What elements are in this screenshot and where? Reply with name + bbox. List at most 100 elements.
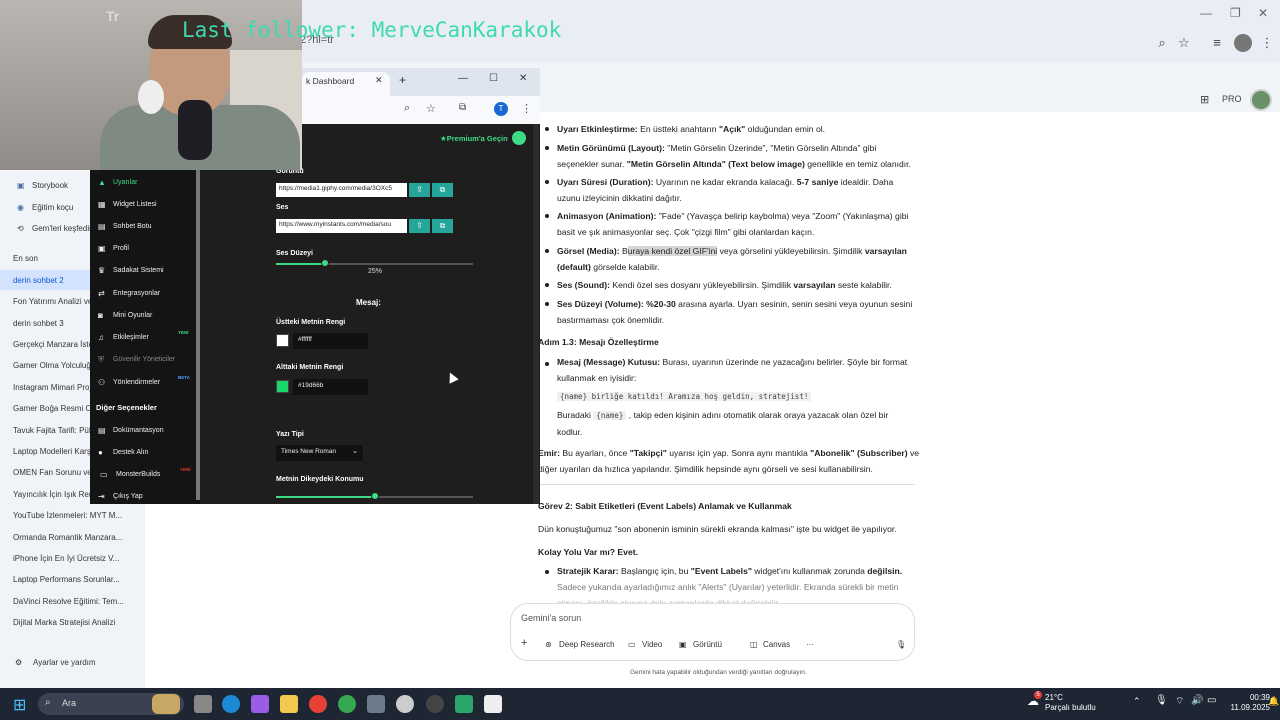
edge-icon[interactable] (222, 695, 240, 713)
prompt-box[interactable] (510, 603, 915, 661)
chat-item[interactable]: DaVinci Resolve Eğitimi: Tem... (13, 597, 124, 606)
mic-icon[interactable]: 🎙 (896, 640, 906, 649)
profile-icon[interactable]: T (494, 102, 508, 116)
sidebar-item-support[interactable]: Destek Alın (113, 449, 148, 456)
record-icon[interactable] (426, 695, 444, 713)
settings-app-icon[interactable] (367, 695, 385, 713)
user-avatar[interactable] (512, 131, 526, 145)
sidebar-item-monsterbuilds[interactable]: MonsterBuilds (116, 471, 160, 478)
gift-icon[interactable]: ⊞ (1200, 93, 1209, 106)
tool-deep-research[interactable]: Deep Research (559, 640, 615, 649)
chat-item[interactable]: Laptop Performans Sorunlar... (13, 575, 120, 584)
add-icon[interactable]: + (521, 637, 527, 649)
browser-profile-avatar[interactable] (1234, 34, 1252, 52)
sidebar-item-loyalty[interactable]: Sadakat Sistemi (113, 267, 164, 274)
task-view-icon[interactable] (194, 695, 212, 713)
zoom-icon[interactable]: ⌕ (1153, 34, 1171, 52)
volume-icon[interactable]: 🔊 (1191, 695, 1203, 706)
playlist-icon[interactable]: ≡ (1208, 34, 1226, 52)
list-item: Görsel (Media): Buraya kendi özel GIF'in… (557, 246, 907, 272)
notification-icon[interactable]: 🔔 (1268, 696, 1279, 707)
tool-video[interactable]: Video (642, 640, 662, 649)
chat-item[interactable]: Gamer Olma Yolculuğu... (13, 361, 102, 370)
tool-image[interactable]: Görüntü (693, 640, 722, 649)
zoom-icon[interactable]: ⌕ (404, 102, 410, 115)
windows-start-icon[interactable]: ⊞ (13, 695, 26, 715)
weather-widget[interactable]: 21°C Parçalı bulutlu (1045, 693, 1096, 713)
chrome-icon[interactable] (309, 695, 327, 713)
minimize-icon[interactable]: — (458, 73, 468, 84)
font-select[interactable]: Times New Roman ⌄ (276, 445, 363, 461)
mic-icon[interactable]: 🎙 (1155, 695, 1168, 706)
chat-item[interactable]: derin sohbet 2 (13, 276, 64, 285)
notes-icon[interactable] (455, 695, 473, 713)
bottom-text-color-input[interactable]: #19d66b (293, 379, 368, 395)
maximize-icon[interactable]: ☐ (489, 73, 498, 84)
new-tab-icon[interactable]: + (399, 73, 406, 87)
chat-item[interactable]: Dijital Marka Stratejisi Analizi (13, 618, 115, 627)
close-icon[interactable]: ✕ (519, 73, 527, 84)
close-icon[interactable]: ✕ (1258, 6, 1268, 20)
browser-menu-icon[interactable]: ⋮ (1258, 34, 1276, 52)
upload-image-button[interactable]: ⇪ (409, 183, 430, 197)
menu-icon[interactable]: ⋮ (521, 102, 532, 115)
sidebar-item-chatbot[interactable]: Sohbet Botu (113, 223, 152, 230)
extensions-icon[interactable]: ⧉ (459, 102, 466, 113)
copilot-icon[interactable] (251, 695, 269, 713)
wifi-icon[interactable]: ⌔ (1175, 695, 1184, 708)
chat-item[interactable]: Laptop Modelleri Karşıl... (13, 447, 102, 456)
volume-label: Ses Düzeyi (276, 250, 313, 257)
chat-item[interactable]: Instagram Mimari Proje... (13, 383, 102, 392)
settings-help-link[interactable]: Ayarlar ve yardım (33, 658, 96, 667)
sidebar-item-trusted-mods[interactable]: Güvenilir Yöneticiler (113, 356, 175, 363)
popup-tab-title[interactable]: k Dashboard (306, 76, 354, 86)
chat-item[interactable]: iPhone İçin En İyi Ücretsiz V... (13, 554, 119, 563)
obs-icon[interactable] (396, 695, 414, 713)
vertical-position-thumb[interactable] (370, 492, 379, 500)
list-bullet (545, 214, 549, 218)
bookmark-star-icon[interactable]: ☆ (1175, 34, 1193, 52)
sidebar-item-docs[interactable]: Dokümantasyon (113, 427, 164, 434)
file-explorer-icon[interactable] (280, 695, 298, 713)
upload-sound-button[interactable]: ⇪ (409, 219, 430, 233)
premium-link[interactable]: ★Premium'a Geçin (440, 134, 508, 143)
sidebar-item-integrations[interactable]: Entegrasyonlar (113, 290, 160, 297)
sidebar-item-interactions[interactable]: Etkileşimler (113, 334, 149, 341)
sidebar-scrollbar[interactable] (196, 170, 200, 500)
sidebar-item-redirects[interactable]: Yönlendirmeler (113, 379, 160, 386)
restore-icon[interactable]: ❐ (1230, 6, 1241, 20)
sidebar-item-gems[interactable]: Gem'leri keşfedin (32, 224, 94, 233)
gear-icon[interactable]: ⚙ (15, 658, 22, 667)
top-text-color-swatch[interactable] (276, 334, 289, 347)
bookmark-star-icon[interactable]: ☆ (426, 102, 436, 115)
more-tools-button[interactable]: ··· (806, 640, 814, 649)
prompt-input[interactable]: Gemini'a sorun (521, 613, 581, 623)
sidebar-item-widgets[interactable]: Widget Listesi (113, 201, 157, 208)
top-text-color-input[interactable]: #ffffff (293, 333, 368, 349)
chrome-profile-icon[interactable] (338, 695, 356, 713)
app-icon[interactable] (484, 695, 502, 713)
chevron-up-icon[interactable]: ⌃ (1133, 696, 1141, 707)
chat-item[interactable]: derin sohbet 3 (13, 319, 64, 328)
gallery-image-button[interactable]: ⧉ (432, 183, 453, 197)
sidebar-item-profile[interactable]: Profil (113, 245, 129, 252)
main-scrollbar[interactable] (533, 124, 539, 504)
sidebar-item-logout[interactable]: Çıkış Yap (113, 493, 143, 500)
image-url-input[interactable]: https://media1.giphy.com/media/3OXc5 (276, 183, 407, 197)
battery-icon[interactable]: ▭ (1207, 695, 1216, 706)
chat-item[interactable]: Gerçekçi Manzara İste... (13, 340, 100, 349)
clock[interactable]: 00:39 11.09.2025 (1218, 693, 1270, 713)
chat-item[interactable]: YouTube İzlenmeleri: MYT M... (13, 511, 122, 520)
sound-url-input[interactable]: https://www.myinstants.com/media/sou (276, 219, 407, 233)
minimize-icon[interactable]: — (1200, 6, 1212, 20)
chat-item[interactable]: Ormanda Romantik Manzara... (13, 533, 122, 542)
gallery-sound-button[interactable]: ⧉ (432, 219, 453, 233)
sidebar-item-coach[interactable]: Eğitim koçu (32, 203, 73, 212)
sidebar-item-storybook[interactable]: Storybook (32, 181, 68, 190)
bottom-text-color-swatch[interactable] (276, 380, 289, 393)
sidebar-item-alerts[interactable]: Uyarılar (113, 179, 138, 186)
avatar[interactable] (1250, 89, 1272, 111)
sidebar-item-minigames[interactable]: Mini Oyunlar (113, 312, 152, 319)
tool-canvas[interactable]: Canvas (763, 640, 790, 649)
tab-close-icon[interactable]: ✕ (375, 75, 383, 86)
